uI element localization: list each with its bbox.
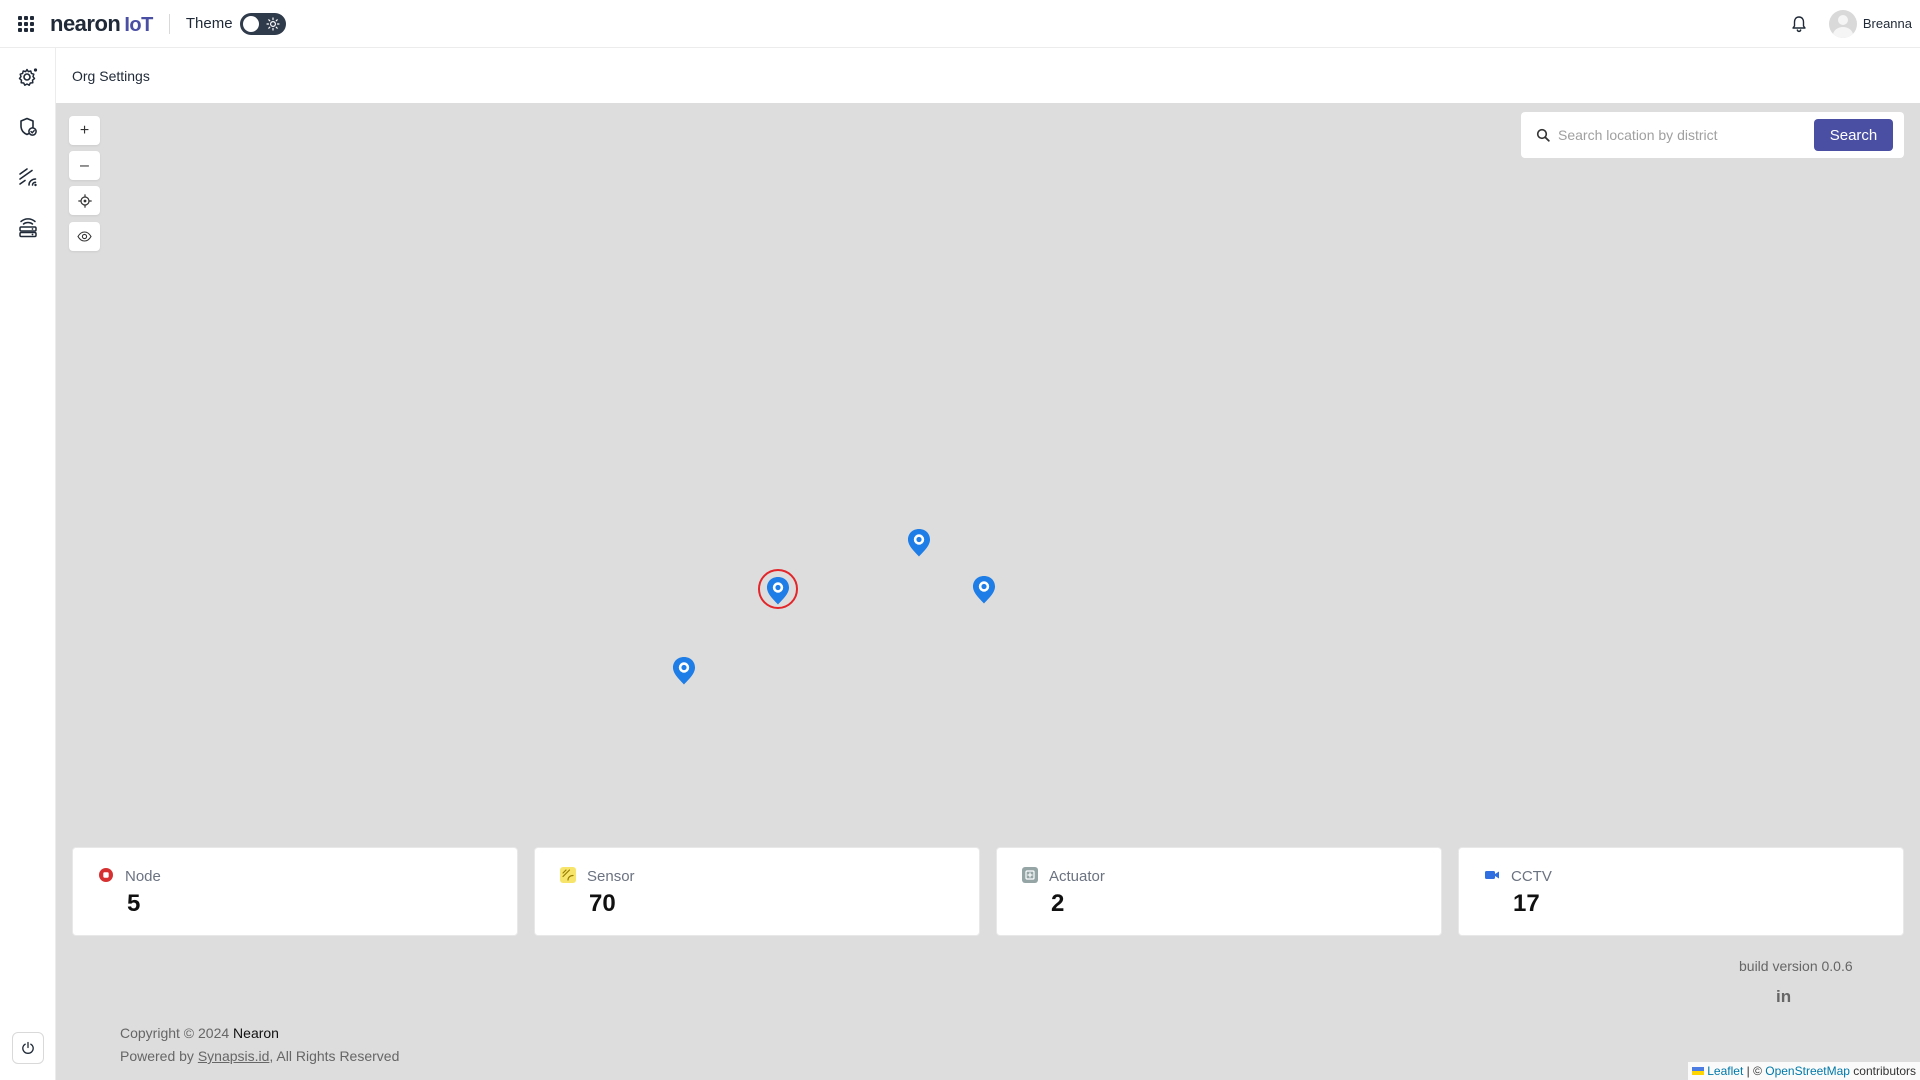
ukraine-flag-icon bbox=[1692, 1067, 1705, 1075]
toggle-knob bbox=[242, 15, 259, 32]
build-version: build version 0.0.6 bbox=[1739, 958, 1853, 974]
leaflet-link[interactable]: Leaflet bbox=[1707, 1064, 1743, 1078]
visibility-button[interactable] bbox=[69, 222, 100, 251]
eye-icon bbox=[77, 231, 92, 242]
avatar[interactable] bbox=[1828, 9, 1857, 38]
sensor-icon bbox=[560, 867, 576, 883]
crosshair-icon bbox=[77, 193, 92, 208]
stat-label: CCTV bbox=[1511, 868, 1552, 885]
stat-value: 2 bbox=[1051, 890, 1065, 917]
map-marker-pin[interactable] bbox=[971, 575, 997, 605]
locate-button[interactable] bbox=[69, 186, 100, 215]
copyright-prefix: Copyright © 2024 bbox=[120, 1025, 234, 1041]
map-view[interactable]: + – Search location by district Search N… bbox=[56, 103, 1920, 1080]
search-icon bbox=[1536, 128, 1550, 142]
map-marker-pin[interactable] bbox=[671, 656, 697, 686]
logo-brand: nearon bbox=[50, 10, 121, 36]
zoom-in-button[interactable]: + bbox=[69, 116, 100, 145]
copyright-line: Copyright © 2024 Nearon bbox=[120, 1022, 399, 1045]
stat-card-sensor[interactable]: Sensor 70 bbox=[534, 847, 980, 936]
sidebar-item-gateways[interactable] bbox=[15, 214, 41, 240]
sidebar bbox=[0, 48, 56, 1080]
plus-icon: + bbox=[79, 121, 90, 139]
stat-value: 17 bbox=[1513, 890, 1540, 917]
sun-icon bbox=[265, 16, 280, 31]
theme-label: Theme bbox=[185, 15, 233, 32]
logout-button[interactable] bbox=[12, 1032, 44, 1064]
stat-card-actuator[interactable]: Actuator 2 bbox=[996, 847, 1442, 936]
powered-by-line: Powered by Synapsis.id, All Rights Reser… bbox=[120, 1045, 399, 1068]
top-header: nearon IoT Theme Breanna bbox=[0, 0, 1920, 48]
powered-prefix: Powered by bbox=[120, 1048, 198, 1064]
linkedin-icon[interactable]: in bbox=[1776, 987, 1791, 1007]
video-camera-icon bbox=[1484, 867, 1500, 883]
zoom-out-button[interactable]: – bbox=[69, 151, 100, 180]
map-marker-pin[interactable] bbox=[765, 576, 791, 606]
stat-value: 5 bbox=[127, 890, 141, 917]
attribution-contributors: contributors bbox=[1849, 1064, 1916, 1078]
theme-toggle[interactable] bbox=[239, 12, 286, 35]
stat-value: 70 bbox=[589, 890, 616, 917]
stat-label: Sensor bbox=[587, 868, 635, 885]
search-input[interactable] bbox=[1558, 127, 1806, 143]
gear-network-icon bbox=[18, 68, 38, 86]
breadcrumb: Org Settings bbox=[56, 48, 1920, 103]
router-icon bbox=[19, 218, 37, 238]
power-icon bbox=[22, 1041, 34, 1054]
company-name: Nearon bbox=[233, 1025, 279, 1041]
header-divider bbox=[168, 13, 170, 34]
node-icon bbox=[98, 867, 114, 883]
minus-icon: – bbox=[80, 156, 89, 174]
stat-label: Actuator bbox=[1049, 868, 1105, 885]
actuator-icon bbox=[1022, 867, 1038, 883]
stat-card-cctv[interactable]: CCTV 17 bbox=[1458, 847, 1904, 936]
bell-icon[interactable] bbox=[1789, 14, 1809, 34]
sidebar-item-sensors[interactable] bbox=[15, 164, 41, 190]
header-right: Breanna bbox=[1789, 9, 1912, 38]
stat-card-node[interactable]: Node 5 bbox=[72, 847, 518, 936]
map-attribution: Leaflet | © OpenStreetMap contributors bbox=[1688, 1062, 1920, 1080]
logo-suffix: IoT bbox=[124, 13, 153, 36]
app-logo[interactable]: nearon IoT bbox=[50, 11, 153, 37]
sidebar-item-nodes[interactable] bbox=[15, 114, 41, 140]
osm-link[interactable]: OpenStreetMap bbox=[1765, 1064, 1850, 1078]
powered-suffix: , All Rights Reserved bbox=[269, 1048, 400, 1064]
shield-node-icon bbox=[20, 117, 37, 136]
search-button[interactable]: Search bbox=[1814, 119, 1893, 151]
apps-grid-icon[interactable] bbox=[16, 14, 36, 34]
copyright-block: Copyright © 2024 Nearon Powered by Synap… bbox=[120, 1022, 399, 1068]
stat-label: Node bbox=[125, 868, 161, 885]
sidebar-item-org-settings[interactable] bbox=[15, 64, 41, 90]
attribution-separator: | © bbox=[1743, 1064, 1766, 1078]
username[interactable]: Breanna bbox=[1863, 16, 1912, 31]
location-search: Search bbox=[1521, 112, 1904, 158]
map-marker-pin[interactable] bbox=[906, 528, 932, 558]
page-title: Org Settings bbox=[72, 67, 150, 84]
sensor-signal-icon bbox=[19, 168, 37, 187]
synapsis-link[interactable]: Synapsis.id bbox=[198, 1048, 270, 1064]
